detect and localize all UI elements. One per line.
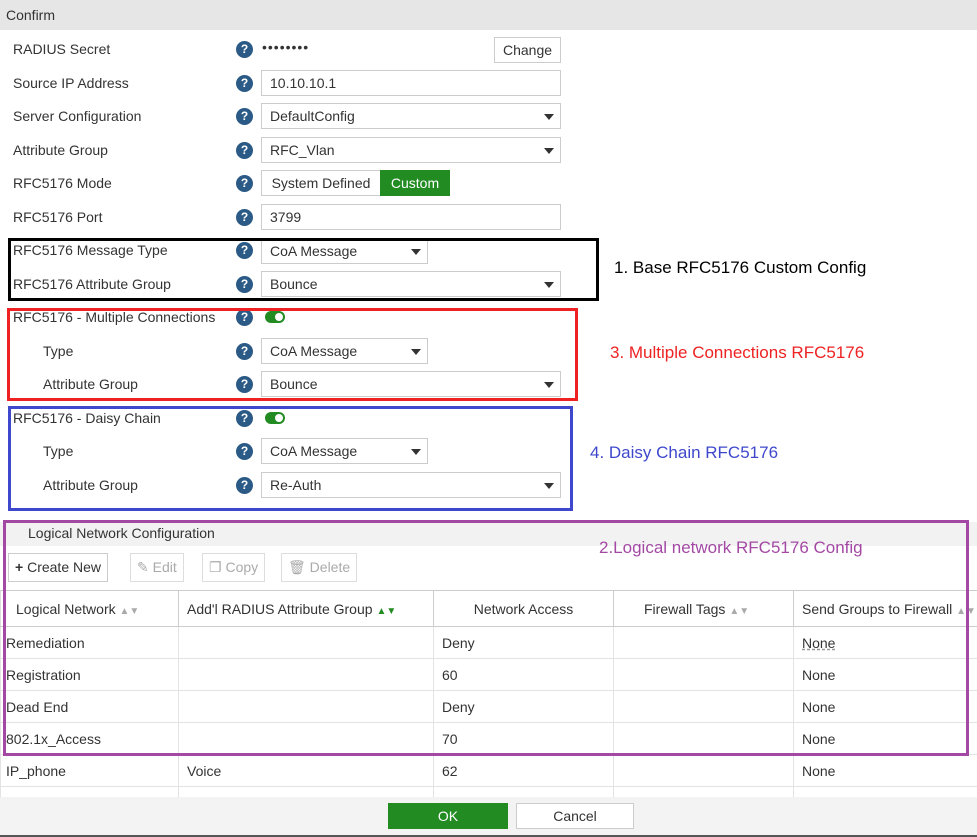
annotation-box-base	[8, 238, 599, 301]
dialog-footer: OK Cancel	[0, 797, 977, 837]
table-cell	[613, 754, 794, 787]
chevron-down-icon	[544, 148, 554, 154]
source-ip-label: Source IP Address	[13, 75, 129, 91]
annotation-daisy: 4. Daisy Chain RFC5176	[590, 443, 779, 462]
attribute-group-select[interactable]: RFC_Vlan	[261, 137, 561, 163]
attribute-group-label: Attribute Group	[13, 142, 108, 158]
annotation-box-multiple	[7, 308, 578, 401]
help-icon[interactable]: ?	[236, 75, 253, 92]
radius-secret-label: RADIUS Secret	[13, 41, 111, 57]
help-icon[interactable]: ?	[236, 175, 253, 192]
ok-button[interactable]: OK	[388, 803, 508, 829]
help-icon[interactable]: ?	[236, 142, 253, 159]
rfc5176-port-input[interactable]: 3799	[261, 204, 561, 230]
help-icon[interactable]: ?	[236, 41, 253, 58]
selected-value: DefaultConfig	[270, 108, 355, 124]
source-ip-input[interactable]: 10.10.10.1	[261, 70, 561, 96]
table-cell: IP_phone	[0, 754, 179, 787]
table-cell: 62	[433, 754, 614, 787]
rfc5176-mode-label: RFC5176 Mode	[13, 175, 112, 191]
mode-custom-button[interactable]: Custom	[380, 170, 450, 196]
change-secret-button[interactable]: Change	[494, 37, 561, 63]
help-icon[interactable]: ?	[236, 209, 253, 226]
annotation-box-daisy	[8, 406, 573, 511]
table-cell: Voice	[178, 754, 434, 787]
annotation-base: 1. Base RFC5176 Custom Config	[614, 258, 867, 277]
radius-secret-value: ••••••••	[262, 39, 310, 55]
dialog-title: Confirm	[0, 0, 977, 30]
server-config-label: Server Configuration	[13, 108, 142, 124]
table-row[interactable]: IP_phone Voice 62 None	[0, 754, 977, 787]
rfc5176-port-label: RFC5176 Port	[13, 209, 103, 225]
help-icon[interactable]: ?	[236, 108, 253, 125]
annotation-multiple: 3. Multiple Connections RFC5176	[610, 343, 865, 362]
mode-system-defined-button[interactable]: System Defined	[261, 170, 381, 196]
server-config-select[interactable]: DefaultConfig	[261, 103, 561, 129]
table-cell: None	[793, 754, 977, 787]
chevron-down-icon	[544, 114, 554, 120]
annotation-logical: 2.Logical network RFC5176 Config	[599, 538, 863, 557]
selected-value: RFC_Vlan	[270, 142, 335, 158]
cancel-button[interactable]: Cancel	[516, 803, 634, 829]
